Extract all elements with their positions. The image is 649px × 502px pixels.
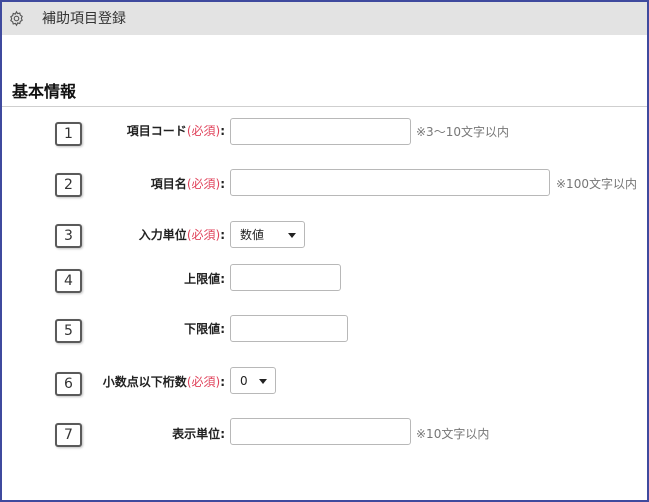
item-code-input[interactable] <box>230 118 411 145</box>
item-name-input[interactable] <box>230 169 550 196</box>
chevron-down-icon <box>259 379 267 384</box>
display-unit-input[interactable] <box>230 418 411 445</box>
title-bar: 補助項目登録 <box>2 2 647 35</box>
upper-limit-input[interactable] <box>230 264 341 291</box>
step-badge-6: 6 <box>55 372 82 396</box>
step-badge-5: 5 <box>55 319 82 343</box>
decimal-places-value: 0 <box>240 373 248 388</box>
upper-limit-label: 上限値: <box>184 272 225 286</box>
lower-limit-input[interactable] <box>230 315 348 342</box>
input-unit-value: 数値 <box>240 228 265 242</box>
display-unit-hint: ※10文字以内 <box>416 427 490 441</box>
item-name-label: 項目名(必須): <box>150 177 225 191</box>
step-badge-7: 7 <box>55 423 82 447</box>
gear-icon[interactable] <box>8 10 25 27</box>
decimal-places-label: 小数点以下桁数(必須): <box>102 375 225 389</box>
item-code-hint: ※3〜10文字以内 <box>416 125 509 139</box>
step-badge-1: 1 <box>55 122 82 146</box>
chevron-down-icon <box>288 233 296 238</box>
step-badge-2: 2 <box>55 173 82 197</box>
window-title: 補助項目登録 <box>42 11 126 27</box>
section-divider <box>2 106 647 107</box>
item-name-hint: ※100文字以内 <box>556 177 637 191</box>
lower-limit-label: 下限値: <box>184 322 225 336</box>
step-badge-4: 4 <box>55 269 82 293</box>
section-title: 基本情報 <box>12 82 77 101</box>
item-code-label: 項目コード(必須): <box>126 124 225 138</box>
decimal-places-select[interactable]: 0 <box>230 367 276 394</box>
step-badge-3: 3 <box>55 224 82 248</box>
display-unit-label: 表示単位: <box>172 427 225 441</box>
input-unit-select[interactable]: 数値 <box>230 221 305 248</box>
input-unit-label: 入力単位(必須): <box>138 228 225 242</box>
